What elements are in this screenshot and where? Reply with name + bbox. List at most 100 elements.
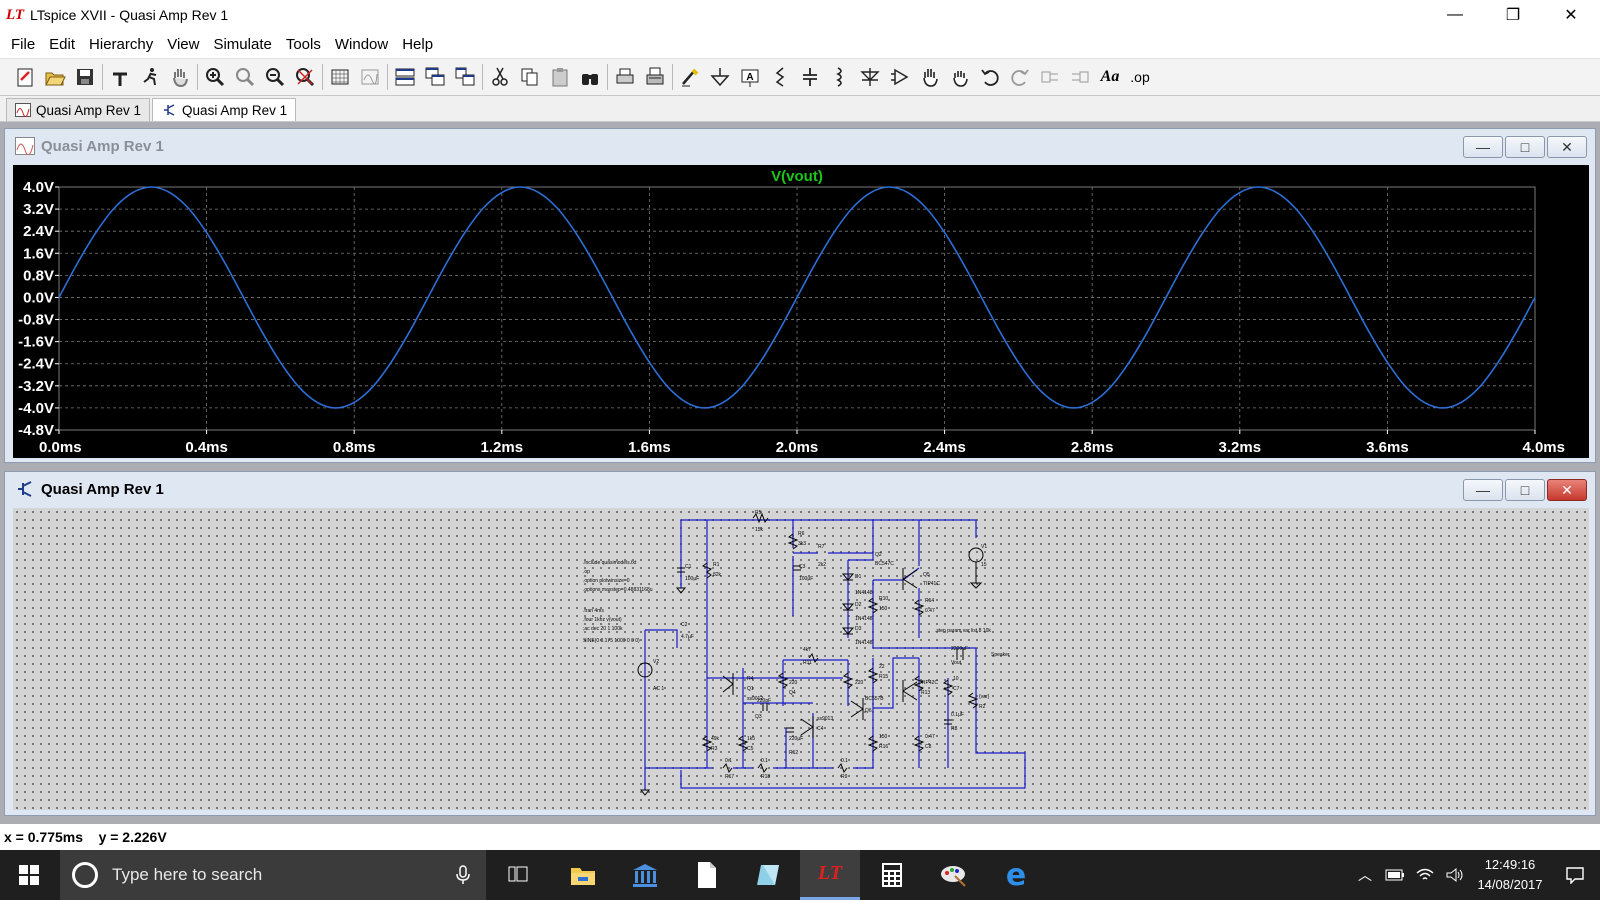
waveform-minimize-button[interactable]: — <box>1463 136 1503 158</box>
zoom-out-icon[interactable] <box>260 62 290 92</box>
new-schematic-icon[interactable] <box>10 62 40 92</box>
drag-icon[interactable] <box>945 62 975 92</box>
inductor-icon[interactable] <box>825 62 855 92</box>
task-view-icon[interactable] <box>490 850 550 900</box>
waveform-icon <box>15 137 35 155</box>
cut-icon[interactable] <box>485 62 515 92</box>
control-panel-icon[interactable] <box>105 62 135 92</box>
wire-icon[interactable] <box>675 62 705 92</box>
toolbar-separator <box>102 64 103 90</box>
component-label: 4.7µF <box>681 634 694 640</box>
menu-help[interactable]: Help <box>395 36 440 53</box>
calculator-icon[interactable] <box>862 850 922 900</box>
resistor-icon[interactable] <box>765 62 795 92</box>
series-point <box>58 296 60 299</box>
waveform-maximize-button[interactable]: □ <box>1505 136 1545 158</box>
zoom-in-icon[interactable] <box>200 62 230 92</box>
rotate-icon[interactable] <box>1035 62 1065 92</box>
menu-window[interactable]: Window <box>328 36 395 53</box>
diode-icon[interactable] <box>855 62 885 92</box>
open-icon[interactable] <box>40 62 70 92</box>
menu-view[interactable]: View <box>160 36 206 53</box>
print-setup-icon[interactable] <box>640 62 670 92</box>
copy-icon[interactable] <box>515 62 545 92</box>
minimize-button[interactable]: — <box>1426 0 1484 30</box>
redo-icon[interactable] <box>1005 62 1035 92</box>
zoom-rubberband-icon[interactable] <box>230 62 260 92</box>
ltspice-logo-icon: LT <box>6 7 25 23</box>
series-point <box>335 407 337 409</box>
system-clock[interactable]: 12:49:16 14/08/2017 <box>1470 855 1550 895</box>
menu-file[interactable]: File <box>4 36 42 53</box>
paste-icon[interactable] <box>545 62 575 92</box>
x-tick-label: 4.0ms <box>1522 439 1565 456</box>
file-explorer-icon[interactable] <box>553 850 613 900</box>
wifi-icon[interactable] <box>1410 850 1440 900</box>
battery-icon[interactable] <box>1380 850 1410 900</box>
autorange-icon[interactable] <box>325 62 355 92</box>
schematic-drawing[interactable]: .include quasimodels.txt .op .option plo… <box>13 508 1589 810</box>
capacitor-icon[interactable] <box>795 62 825 92</box>
ltspice-icon[interactable]: LT <box>800 850 860 900</box>
edit-plot-icon[interactable] <box>355 62 385 92</box>
component-label: V2 <box>653 659 659 665</box>
label-net-icon[interactable]: A <box>735 62 765 92</box>
y-tick-label: 4.0V <box>23 179 54 196</box>
close-button[interactable]: ✕ <box>1542 0 1600 30</box>
edge-icon[interactable]: e <box>986 850 1046 900</box>
mirror-icon[interactable] <box>1065 62 1095 92</box>
schematic-canvas[interactable]: .include quasimodels.txt .op .option plo… <box>13 508 1589 810</box>
volume-icon[interactable] <box>1440 850 1470 900</box>
library-icon[interactable] <box>615 850 675 900</box>
component-icon[interactable] <box>885 62 915 92</box>
microphone-icon[interactable] <box>456 865 470 885</box>
menu-simulate[interactable]: Simulate <box>206 36 278 53</box>
halt-icon[interactable] <box>165 62 195 92</box>
maximize-button[interactable]: ❐ <box>1484 0 1542 30</box>
menu-hierarchy[interactable]: Hierarchy <box>82 36 160 53</box>
schematic-maximize-button[interactable]: □ <box>1505 479 1545 501</box>
print-icon[interactable] <box>610 62 640 92</box>
undo-icon[interactable] <box>975 62 1005 92</box>
waveform-plot-area[interactable]: 0.0ms 0.4ms 0.8ms 1.2ms 1.6ms 2.0ms 2.4ms 2.8ms… <box>13 165 1589 458</box>
component-label: 15 <box>981 562 987 568</box>
waveform-close-button[interactable]: ✕ <box>1547 136 1587 158</box>
notepad-icon[interactable] <box>739 850 799 900</box>
start-button[interactable] <box>0 850 58 900</box>
y-tick-label: -4.8V <box>18 422 54 439</box>
spice-directive-icon-label: .op <box>1130 69 1150 85</box>
save-icon[interactable] <box>70 62 100 92</box>
schematic-icon <box>164 104 175 116</box>
action-center-icon[interactable] <box>1550 850 1600 900</box>
text-icon[interactable]: Aa <box>1095 62 1125 92</box>
cascade-icon[interactable] <box>420 62 450 92</box>
component-label: C8 <box>925 744 932 750</box>
schematic-window-titlebar[interactable]: Quasi Amp Rev 1 — □ ✕ <box>5 472 1595 506</box>
series-point <box>851 207 853 209</box>
tile-horizontal-icon[interactable] <box>390 62 420 92</box>
menu-edit[interactable]: Edit <box>42 36 82 53</box>
spice-directive-icon[interactable]: .op <box>1125 62 1155 92</box>
series-point <box>169 191 171 194</box>
tab-schematic[interactable]: Quasi Amp Rev 1 <box>152 98 297 121</box>
run-icon[interactable] <box>135 62 165 92</box>
waveform-window-titlebar[interactable]: Quasi Amp Rev 1 — □ ✕ <box>5 129 1595 163</box>
ground-icon[interactable] <box>705 62 735 92</box>
tile-vertical-icon[interactable] <box>450 62 480 92</box>
move-icon[interactable] <box>915 62 945 92</box>
taskbar-search-box[interactable]: Type here to search <box>60 850 486 900</box>
series-point <box>575 231 577 234</box>
component-label: R12 <box>789 750 798 756</box>
schematic-minimize-button[interactable]: — <box>1463 479 1503 501</box>
document-icon[interactable] <box>677 850 737 900</box>
find-icon[interactable] <box>575 62 605 92</box>
chevron-up-icon[interactable]: ︿ <box>1350 850 1380 900</box>
menu-tools[interactable]: Tools <box>279 36 328 53</box>
tab-waveform[interactable]: Quasi Amp Rev 1 <box>6 98 151 121</box>
paint-icon[interactable] <box>924 850 984 900</box>
waveform-chart[interactable]: 0.0ms 0.4ms 0.8ms 1.2ms 1.6ms 2.0ms 2.4ms 2.8ms… <box>13 165 1589 458</box>
series-point <box>1349 296 1352 299</box>
zoom-full-icon[interactable] <box>290 62 320 92</box>
series-point <box>1423 401 1425 403</box>
schematic-close-button[interactable]: ✕ <box>1547 479 1587 501</box>
